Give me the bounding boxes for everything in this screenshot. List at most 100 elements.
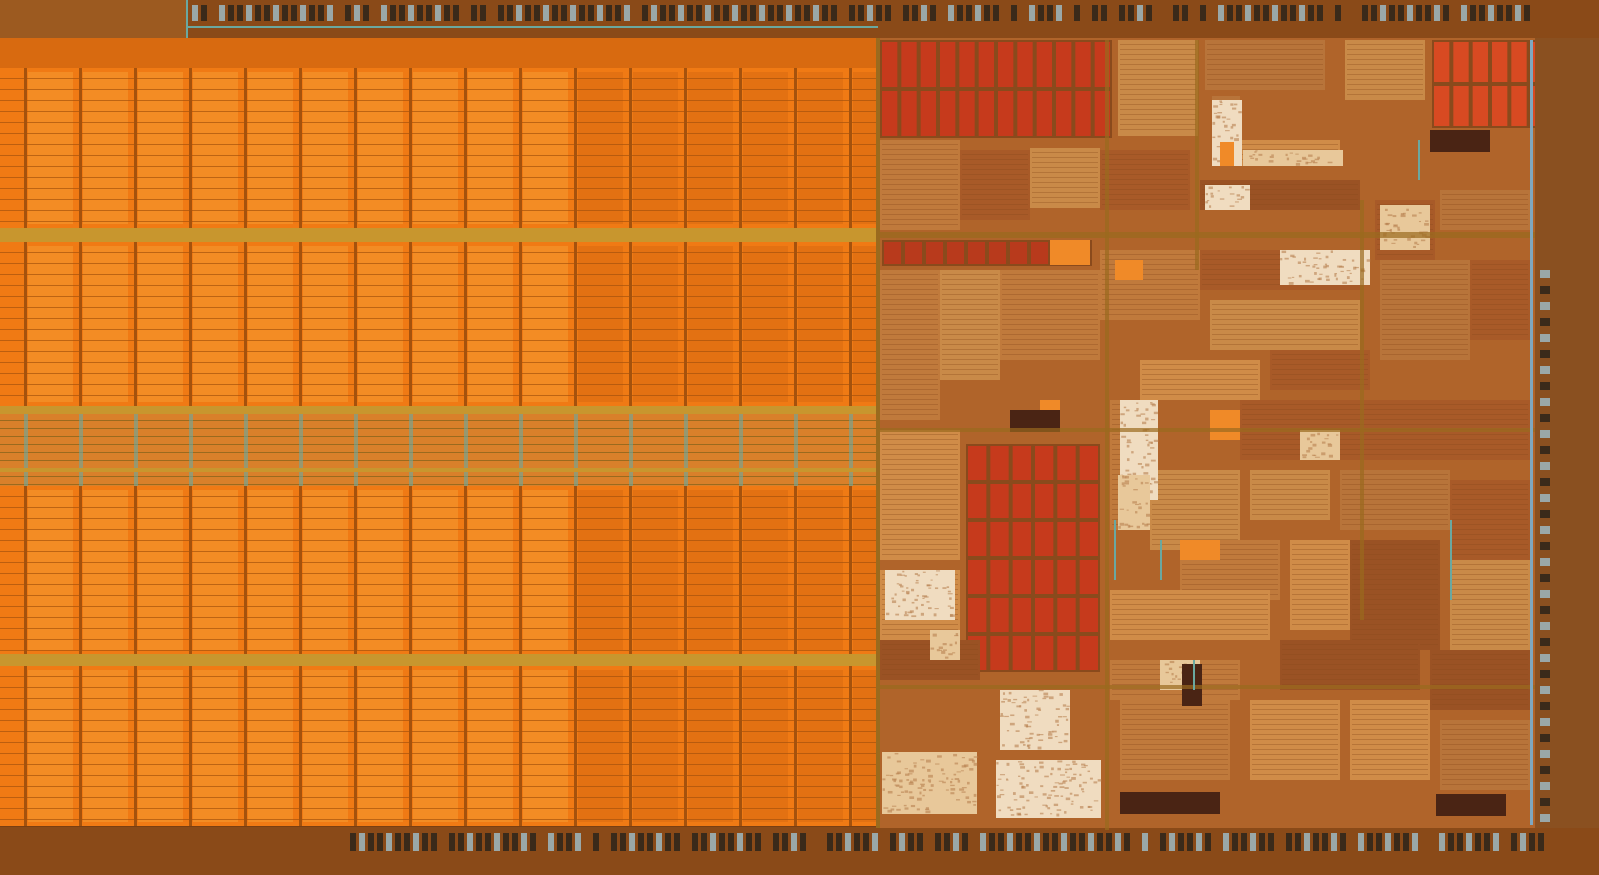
synth-texture	[1024, 709, 1028, 712]
synth-texture	[928, 587, 932, 589]
cache-column-line	[24, 242, 27, 406]
cache-subarray	[358, 490, 403, 650]
synth-texture	[1118, 526, 1121, 529]
synth-texture	[1126, 439, 1131, 442]
logic-cell-row	[1382, 289, 1468, 290]
synth-texture	[1232, 107, 1237, 110]
synth-texture	[1150, 402, 1153, 404]
bottom-pad	[1385, 833, 1391, 851]
cache-subarray	[743, 670, 788, 822]
top-reg-array-cell	[920, 91, 936, 136]
synth-texture	[1147, 452, 1152, 455]
logic-cell-row	[1432, 674, 1528, 675]
logic-cell-row	[1352, 639, 1438, 640]
synth-texture	[1302, 261, 1307, 263]
top-pad	[1299, 5, 1305, 21]
synth-texture	[1016, 705, 1021, 708]
logic-cell-row	[1252, 504, 1328, 505]
accent-block	[1115, 260, 1143, 280]
logic-cell-row	[882, 499, 958, 500]
logic-cell-row	[1452, 624, 1528, 625]
synth-texture	[1072, 763, 1078, 765]
synth-texture	[930, 784, 934, 787]
cache-subarray	[83, 490, 128, 650]
synth-texture	[1002, 744, 1005, 747]
synth-texture	[1027, 744, 1031, 746]
synth-texture	[1066, 705, 1070, 707]
logic-cell-row	[1452, 639, 1528, 640]
logic-cell-row	[1252, 734, 1338, 735]
bottom-pad	[701, 833, 707, 851]
synth-texture	[1255, 150, 1258, 152]
top-pad	[480, 5, 486, 21]
top-pad	[723, 5, 729, 21]
synth-texture	[1022, 806, 1026, 809]
mid-reg-array-cell	[968, 484, 987, 518]
logic-cell-row	[1452, 584, 1528, 585]
cache-row-line	[0, 166, 876, 167]
cache-column-line	[299, 666, 302, 826]
synth-texture	[1393, 224, 1398, 228]
bottom-pad	[530, 833, 536, 851]
top-pad	[966, 5, 972, 21]
logic-cell-row	[942, 304, 998, 305]
synth-texture	[894, 752, 899, 755]
logic-cell-row	[1432, 659, 1528, 660]
top-reg-array-cell	[998, 42, 1014, 87]
synth-texture	[1073, 794, 1079, 797]
logic-cell-row	[1352, 624, 1438, 625]
synth-texture	[1124, 523, 1129, 526]
bottom-pad	[1295, 833, 1301, 851]
synth-texture	[1000, 713, 1003, 716]
top-pad	[678, 5, 684, 21]
logic-cell-row	[882, 464, 958, 465]
bottom-pad	[710, 833, 716, 851]
logic-cell-row	[1292, 604, 1348, 605]
top-pad	[1101, 5, 1107, 21]
synth-texture	[1145, 439, 1149, 442]
synth-texture	[1250, 157, 1255, 159]
synth-texture	[902, 570, 905, 573]
logic-cell-row	[1452, 534, 1528, 535]
bottom-pad	[629, 833, 635, 851]
logic-cell-row	[1352, 744, 1428, 745]
logic-cell-row	[1442, 204, 1528, 205]
synth-texture	[1024, 813, 1028, 816]
top-pad	[1146, 5, 1152, 21]
synth-texture	[950, 788, 956, 791]
synth-texture	[1122, 485, 1126, 487]
synth-texture	[1062, 704, 1067, 707]
cache-column-line	[79, 68, 82, 228]
top-pad	[1011, 5, 1017, 21]
synth-texture	[1164, 663, 1170, 666]
bottom-pad	[791, 833, 797, 851]
cache-column-line	[79, 666, 82, 826]
top-pad	[1506, 5, 1512, 21]
cache-subarray	[83, 246, 128, 402]
synth-texture	[940, 768, 944, 772]
synth-texture	[1425, 220, 1429, 222]
synth-texture	[1057, 767, 1061, 771]
mid-reg-array-cell	[990, 446, 1009, 480]
bottom-pad	[746, 833, 752, 851]
logic-cell-row	[1142, 384, 1258, 385]
synth-texture	[1221, 116, 1227, 119]
synth-texture	[1230, 126, 1234, 129]
synth-texture	[895, 785, 900, 787]
top-pad	[687, 5, 693, 21]
cache-subarray	[138, 246, 183, 402]
logic-cell-row	[1182, 574, 1278, 575]
synth-texture	[1222, 120, 1225, 123]
cache-row-line	[0, 78, 876, 79]
cache-column-line	[464, 242, 467, 406]
logic-cell-row	[882, 169, 958, 170]
synth-texture	[917, 787, 923, 789]
logic-cell-row	[882, 339, 938, 340]
logic-cell-row	[1002, 329, 1098, 330]
cache-subarray	[413, 72, 458, 224]
top-pad	[849, 5, 855, 21]
logic-cell-row	[942, 374, 998, 375]
logic-cell-row	[1212, 304, 1358, 305]
logic-cell-row	[1342, 514, 1448, 515]
synth-texture	[1044, 775, 1049, 778]
